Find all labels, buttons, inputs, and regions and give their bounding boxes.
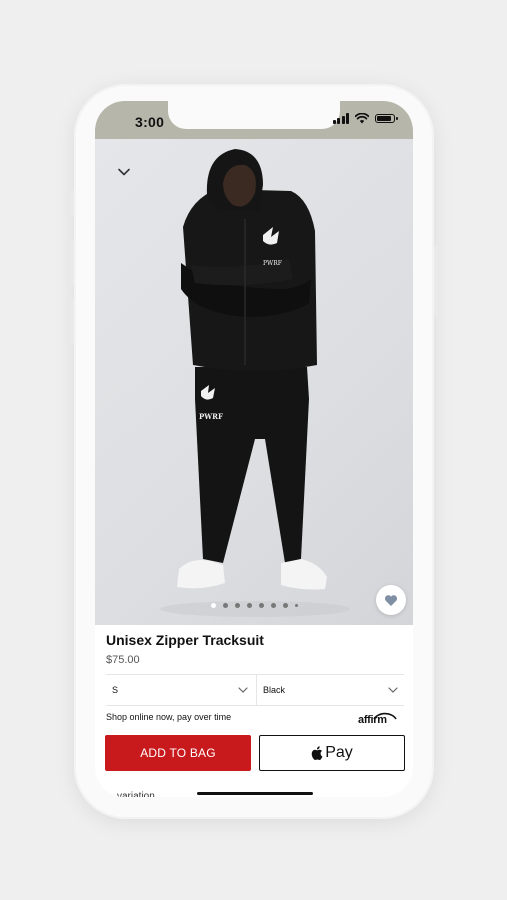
divider	[106, 705, 404, 706]
favorite-button[interactable]	[376, 585, 406, 615]
carousel-dot-5[interactable]	[258, 603, 264, 608]
phone-volume-down-button	[70, 298, 74, 344]
carousel-dot-7[interactable]	[282, 603, 288, 608]
product-photo-illustration: PWRF PWRF	[160, 149, 350, 617]
leg-logo-text: PWRF	[199, 412, 223, 421]
phone-power-button	[434, 246, 438, 316]
chevron-down-icon	[238, 687, 248, 693]
color-select[interactable]: Black	[256, 675, 404, 705]
status-time: 3:00	[135, 114, 165, 130]
product-title: Unisex Zipper Tracksuit	[106, 632, 264, 648]
carousel-dot-4[interactable]	[246, 603, 252, 608]
carousel-dot-3[interactable]	[234, 603, 240, 608]
battery-icon	[375, 114, 398, 123]
phone-notch	[168, 101, 340, 129]
phone-side-button	[70, 190, 74, 216]
collapse-chevron-down-icon[interactable]	[117, 165, 131, 179]
signal-icon	[332, 113, 349, 124]
size-select[interactable]: S	[106, 675, 254, 705]
status-icons	[332, 113, 398, 124]
carousel-dot-8[interactable]	[294, 604, 298, 607]
phone-volume-up-button	[70, 240, 74, 286]
chest-logo-text: PWRF	[263, 260, 282, 267]
apple-pay-button[interactable]: Pay	[259, 735, 405, 771]
chevron-down-icon	[388, 687, 398, 693]
financing-text[interactable]: Shop online now, pay over time	[106, 712, 231, 722]
wifi-icon	[355, 113, 369, 124]
product-price: $75.00	[106, 654, 140, 666]
carousel-dot-1[interactable]	[210, 603, 216, 608]
home-indicator[interactable]	[197, 792, 313, 795]
status-bar: 3:00	[95, 101, 413, 139]
affirm-logo-text: affirm	[358, 714, 387, 726]
color-value: Black	[263, 685, 286, 695]
add-to-bag-button[interactable]: ADD TO BAG	[105, 735, 251, 771]
app-screen: 3:00 PWRF PWRF Unisex Zipper Tracksuit $…	[95, 101, 413, 797]
carousel-dot-6[interactable]	[270, 603, 276, 608]
heart-icon	[384, 594, 398, 606]
product-image[interactable]: PWRF PWRF	[95, 139, 413, 625]
apple-pay-label: Pay	[325, 744, 353, 761]
size-value: S	[112, 685, 119, 695]
affirm-logo[interactable]: affirm	[358, 708, 398, 726]
apple-logo-icon	[311, 746, 323, 760]
carousel-dot-2[interactable]	[222, 603, 228, 608]
carousel-pagination	[95, 603, 413, 608]
section-heading-peek: variation	[117, 791, 155, 797]
